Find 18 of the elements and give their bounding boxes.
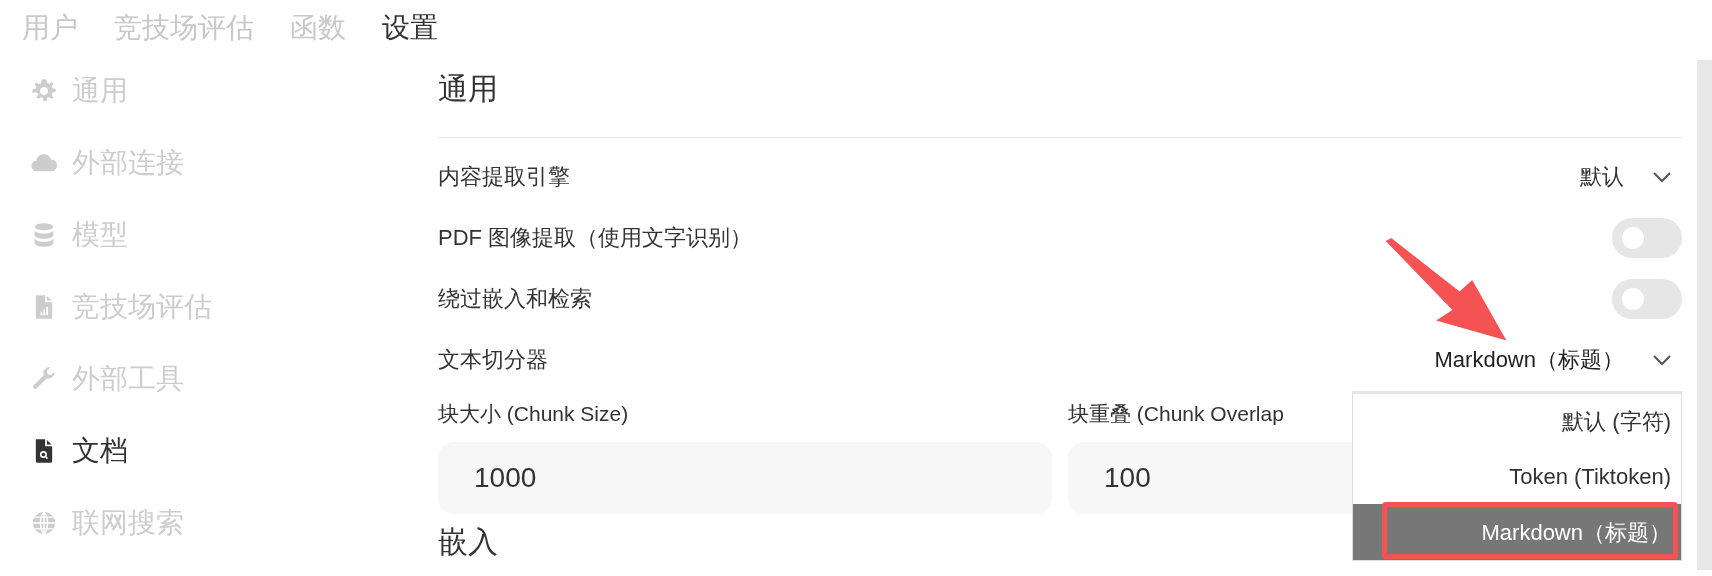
toggle-switch[interactable] <box>1612 278 1682 319</box>
input-field[interactable]: 1000 <box>438 442 1052 514</box>
nav-tab[interactable]: 设置 <box>382 7 466 48</box>
section-title: 嵌入 <box>438 524 498 560</box>
sidebar-item[interactable]: 文档 <box>30 415 438 487</box>
setting-label: 绕过嵌入和检索 <box>438 285 592 313</box>
chevron-down-icon <box>1652 353 1672 366</box>
globe-icon <box>30 509 58 537</box>
setting-label: 内容提取引擎 <box>438 163 570 191</box>
chevron-down-icon <box>1652 170 1672 183</box>
field-label: 块大小 (Chunk Size) <box>438 401 629 427</box>
section-title: 通用 <box>438 71 499 107</box>
toggle-switch[interactable] <box>1612 217 1682 258</box>
setting-label: PDF 图像提取（使用文字识别） <box>438 224 753 252</box>
select-dropdown[interactable]: Markdown（标题） <box>1434 343 1682 376</box>
setting-label: 文本切分器 <box>438 346 548 374</box>
select-dropdown[interactable]: 默认 <box>1580 160 1682 193</box>
field-label: 块重叠 (Chunk Overlap <box>1068 401 1284 427</box>
